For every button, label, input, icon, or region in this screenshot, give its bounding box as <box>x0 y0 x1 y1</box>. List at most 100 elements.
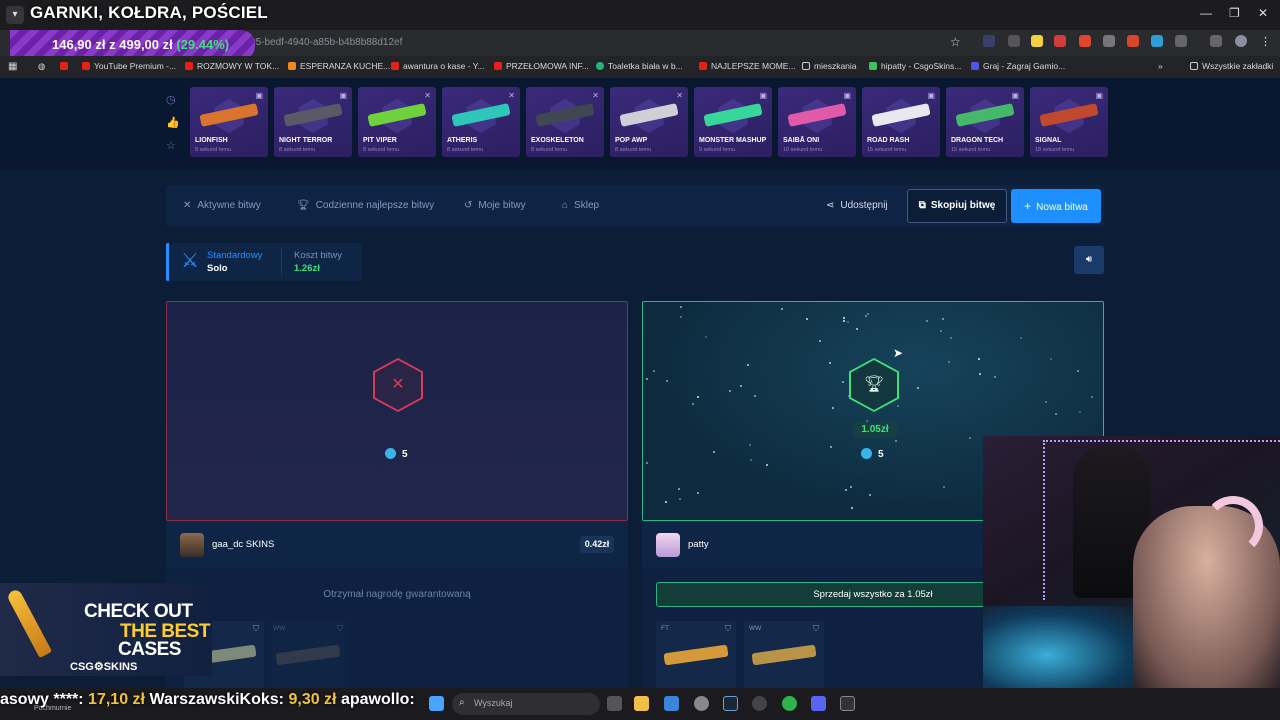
bookmark-star-icon[interactable]: ☆ <box>950 35 961 49</box>
live-drop-card[interactable]: ▣ SIGNAL 18 sekund temu <box>1030 87 1108 157</box>
bookmark-item[interactable]: Toaletka biała w b... <box>596 61 683 71</box>
star-particle <box>869 494 871 496</box>
star-particle <box>1077 370 1079 372</box>
bookmark-item[interactable]: ROZMOWY W TOK... <box>185 61 279 71</box>
bookmark-globe-icon[interactable]: ◍ <box>38 61 45 72</box>
drop-time: 8 sekund temu <box>531 147 568 153</box>
nav-my-battles[interactable]: ↺ Moje bitwy <box>464 200 526 211</box>
basket-icon: ⌂ <box>562 200 569 211</box>
extension-icon[interactable] <box>1151 35 1163 47</box>
star-particle <box>705 336 707 338</box>
star-particle <box>948 361 950 363</box>
taskbar-search[interactable]: ⌕ Wyszukaj <box>452 693 600 715</box>
condition-label: WW <box>273 625 286 632</box>
star-particle <box>856 328 858 330</box>
item-card[interactable]: WW ⛉ <box>268 621 348 689</box>
bookmark-folder[interactable]: mieszkania <box>802 61 857 71</box>
discord-icon[interactable] <box>811 696 826 711</box>
terminal-icon[interactable] <box>840 696 855 711</box>
folder-icon <box>802 62 810 70</box>
close-icon: ✕ <box>508 91 515 100</box>
extension-icon[interactable] <box>1127 35 1139 47</box>
extension-icon[interactable] <box>1031 35 1043 47</box>
live-drop-card[interactable]: ▣ ROAD RASH 15 sekund temu <box>862 87 940 157</box>
drop-time: 18 sekund temu <box>1035 147 1075 153</box>
share-icon: ⋖ <box>826 200 835 211</box>
live-drop-card[interactable]: ▣ NIGHT TERROR 8 sekund temu <box>274 87 352 157</box>
star-particle <box>942 318 944 320</box>
condition-label: WW <box>749 625 762 632</box>
player-name[interactable]: gaa_dc SKINS <box>212 539 274 550</box>
more-menu-icon[interactable]: ⋮ <box>1260 35 1271 48</box>
extension-icon[interactable] <box>1079 35 1091 47</box>
bookmark-item[interactable]: Graj - Zagraj Gamio... <box>971 61 1065 71</box>
minimize-icon[interactable]: — <box>1200 6 1212 20</box>
start-icon[interactable] <box>429 696 444 711</box>
star-particle <box>781 308 783 310</box>
live-drop-card[interactable]: ▣ DRAGON TECH 15 sekund temu <box>946 87 1024 157</box>
close-window-icon[interactable]: ✕ <box>1258 6 1268 20</box>
live-drop-card[interactable]: ✕ EXOSKELETON 8 sekund temu <box>526 87 604 157</box>
item-card[interactable]: WW ⛉ <box>744 621 824 689</box>
star-particle <box>806 318 808 320</box>
sound-toggle-button[interactable]: 🔊︎ <box>1074 246 1104 274</box>
bookmark-item[interactable]: YouTube Premium -... <box>82 61 176 71</box>
live-drop-card[interactable]: ▣ SAIBĀ ONI 10 sekund temu <box>778 87 856 157</box>
star-icon[interactable]: ☆ <box>166 139 176 152</box>
nav-active-battles[interactable]: ✕ Aktywne bitwy <box>183 200 261 211</box>
extensions-puzzle-icon[interactable] <box>1175 35 1187 47</box>
task-view-icon[interactable] <box>607 696 622 711</box>
bookmark-item[interactable]: ESPERANZA KUCHE... <box>288 61 390 71</box>
copy-battle-button[interactable]: ⧉ Skopiuj bitwę <box>907 189 1007 223</box>
file-explorer-icon[interactable] <box>634 696 649 711</box>
thumbs-up-icon[interactable]: 👍 <box>166 116 180 129</box>
bookmark-youtube-icon[interactable] <box>60 61 72 71</box>
live-drop-card[interactable]: ▣ LIONFISH 8 sekund temu <box>190 87 268 157</box>
obs-icon[interactable] <box>752 696 767 711</box>
live-drop-card[interactable]: ✕ PIT VIPER 8 sekund temu <box>358 87 436 157</box>
adblock-icon[interactable] <box>1054 35 1066 47</box>
item-card[interactable]: FT ⛉ <box>656 621 736 689</box>
goal-separator: z <box>109 37 116 52</box>
maximize-icon[interactable]: ❐ <box>1229 6 1240 20</box>
all-bookmarks[interactable]: Wszystkie zakładki <box>1190 61 1273 71</box>
clock-icon[interactable]: ◷ <box>166 93 176 106</box>
win-hexagon: 🏆︎ <box>849 358 899 412</box>
profile-avatar[interactable] <box>1235 35 1247 47</box>
reading-list-icon[interactable] <box>1210 35 1222 47</box>
star-particle <box>845 489 847 491</box>
bookmark-item[interactable]: NAJLEPSZE MOME... <box>699 61 796 71</box>
live-drop-card[interactable]: ✕ POP AWP 8 sekund temu <box>610 87 688 157</box>
chrome-icon[interactable] <box>782 696 797 711</box>
share-button[interactable]: ⋖ Udostępnij <box>826 200 888 211</box>
settings-icon[interactable] <box>694 696 709 711</box>
bookmark-item[interactable]: hipatty - CsgoSkins... <box>869 61 961 71</box>
new-battle-button[interactable]: + Nowa bitwa <box>1011 189 1101 223</box>
bookmarks-overflow-icon[interactable]: » <box>1158 61 1163 71</box>
store-icon[interactable] <box>664 696 679 711</box>
star-particle <box>829 362 831 364</box>
nav-shop[interactable]: ⌂ Sklep <box>562 200 599 211</box>
skin-name: SAIBĀ ONI <box>783 137 820 144</box>
copy-icon: ⧉ <box>918 200 926 211</box>
coin-icon <box>861 448 872 459</box>
live-drop-card[interactable]: ▣ MONSTER MASHUP 9 sekund temu <box>694 87 772 157</box>
avatar[interactable] <box>656 533 680 557</box>
player-name[interactable]: patty <box>688 539 709 550</box>
case-icon: ▣ <box>927 91 935 100</box>
nav-daily-best[interactable]: 🏆︎ Codzienne najlepsze bitwy <box>297 200 434 211</box>
steam-icon[interactable] <box>723 696 738 711</box>
bookmark-item[interactable]: awantura o kase - Y... <box>391 61 484 71</box>
live-drop-card[interactable]: ✕ ATHERIS 8 sekund temu <box>442 87 520 157</box>
star-particle <box>850 486 852 488</box>
star-particle <box>843 320 845 322</box>
battle-nav: ✕ Aktywne bitwy 🏆︎ Codzienne najlepsze bit… <box>166 185 1104 227</box>
speaker-icon: 🔊︎ <box>1085 254 1093 265</box>
bookmark-item[interactable]: PRZEŁOMOWA INF... <box>494 61 589 71</box>
shield-icon[interactable] <box>1103 35 1115 47</box>
extension-icon[interactable] <box>983 35 995 47</box>
avatar[interactable] <box>180 533 204 557</box>
extension-icon[interactable] <box>1008 35 1020 47</box>
apps-grid-icon[interactable]: ▦ <box>8 61 17 72</box>
tab-list-chevron-icon[interactable]: ▾ <box>6 6 24 24</box>
